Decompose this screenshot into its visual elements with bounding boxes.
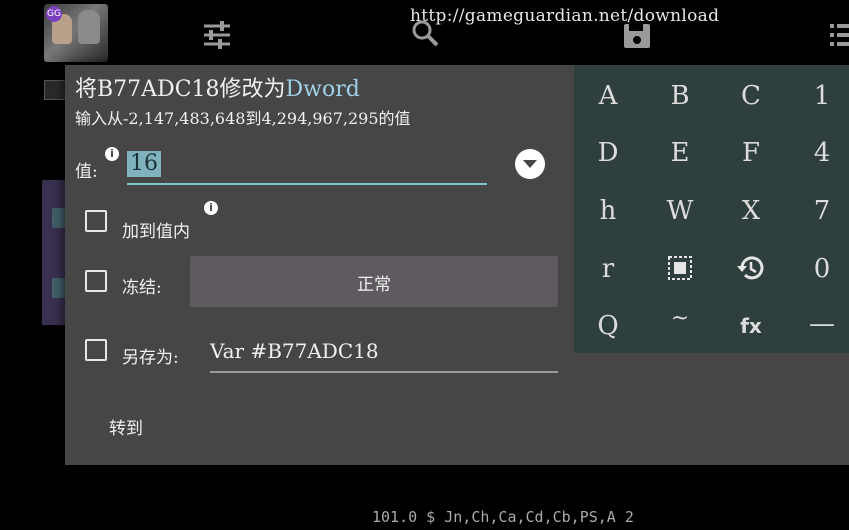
freeze-mode-value: 正常 [357, 275, 391, 295]
goto-button[interactable]: 转到 [109, 414, 143, 439]
key-w[interactable]: W [650, 183, 710, 239]
download-url-watermark: http://gameguardian.net/download [410, 6, 720, 26]
save-as-checkbox[interactable] [85, 339, 107, 361]
key-a[interactable]: A [578, 68, 638, 124]
sliders-icon[interactable] [202, 20, 232, 50]
hex-keypad: A B C 1 D E F 4 h W X 7 r 0 Q ~ fx — [574, 65, 849, 353]
app-avatar[interactable]: GG [44, 4, 108, 62]
value-history-dropdown-icon[interactable] [515, 149, 545, 179]
key-1[interactable]: 1 [792, 68, 849, 124]
value-input-text[interactable]: 16 [127, 151, 161, 177]
background-list-strip [42, 180, 66, 325]
key-7[interactable]: 7 [792, 183, 849, 239]
dialog-title-prefix: 将B77ADC18修改为 [75, 77, 286, 102]
value-info-icon[interactable]: i [105, 147, 119, 161]
key-h[interactable]: h [578, 183, 638, 239]
dialog-range-hint: 输入从-2,147,483,648到4,294,967,295的值 [75, 109, 411, 128]
freeze-label: 冻结: [122, 278, 162, 298]
key-0[interactable]: 0 [792, 241, 849, 297]
background-tab [44, 80, 66, 100]
add-to-value-checkbox[interactable] [85, 210, 107, 232]
key-q[interactable]: Q [578, 298, 638, 354]
list-icon[interactable] [830, 20, 849, 50]
avatar-badge: GG [46, 6, 62, 22]
background-register-text: 101.0 $ Jn,Ch,Ca,Cd,Cb,PS,A 2 [372, 508, 634, 526]
freeze-checkbox[interactable] [85, 270, 107, 292]
key-tilde[interactable]: ~ [650, 291, 710, 347]
select-all-icon[interactable] [650, 239, 710, 295]
value-type-link[interactable]: Dword [286, 77, 360, 102]
key-r[interactable]: r [578, 241, 638, 297]
key-d[interactable]: D [578, 125, 638, 181]
key-c[interactable]: C [721, 68, 781, 124]
key-e[interactable]: E [650, 125, 710, 181]
key-f[interactable]: F [721, 125, 781, 181]
key-function[interactable]: fx [721, 298, 781, 354]
value-label: 值: [75, 162, 98, 182]
key-x[interactable]: X [721, 183, 781, 239]
key-b[interactable]: B [650, 68, 710, 124]
key-minus[interactable]: — [792, 296, 849, 352]
history-icon[interactable] [721, 239, 781, 295]
freeze-mode-select[interactable]: 正常 [190, 256, 558, 307]
avatar-face-right [78, 10, 100, 44]
key-4[interactable]: 4 [792, 125, 849, 181]
background-checkbox [52, 208, 66, 228]
add-to-value-label: 加到值内 [122, 222, 190, 242]
save-as-input-text: Var #B77ADC18 [210, 339, 379, 363]
background-checkbox [52, 278, 66, 298]
save-as-label: 另存为: [122, 348, 179, 368]
dialog-title: 将B77ADC18修改为Dword [75, 71, 360, 103]
add-to-value-info-icon[interactable]: i [204, 201, 218, 215]
save-as-input[interactable]: Var #B77ADC18 [210, 335, 558, 373]
value-input[interactable] [127, 147, 487, 185]
